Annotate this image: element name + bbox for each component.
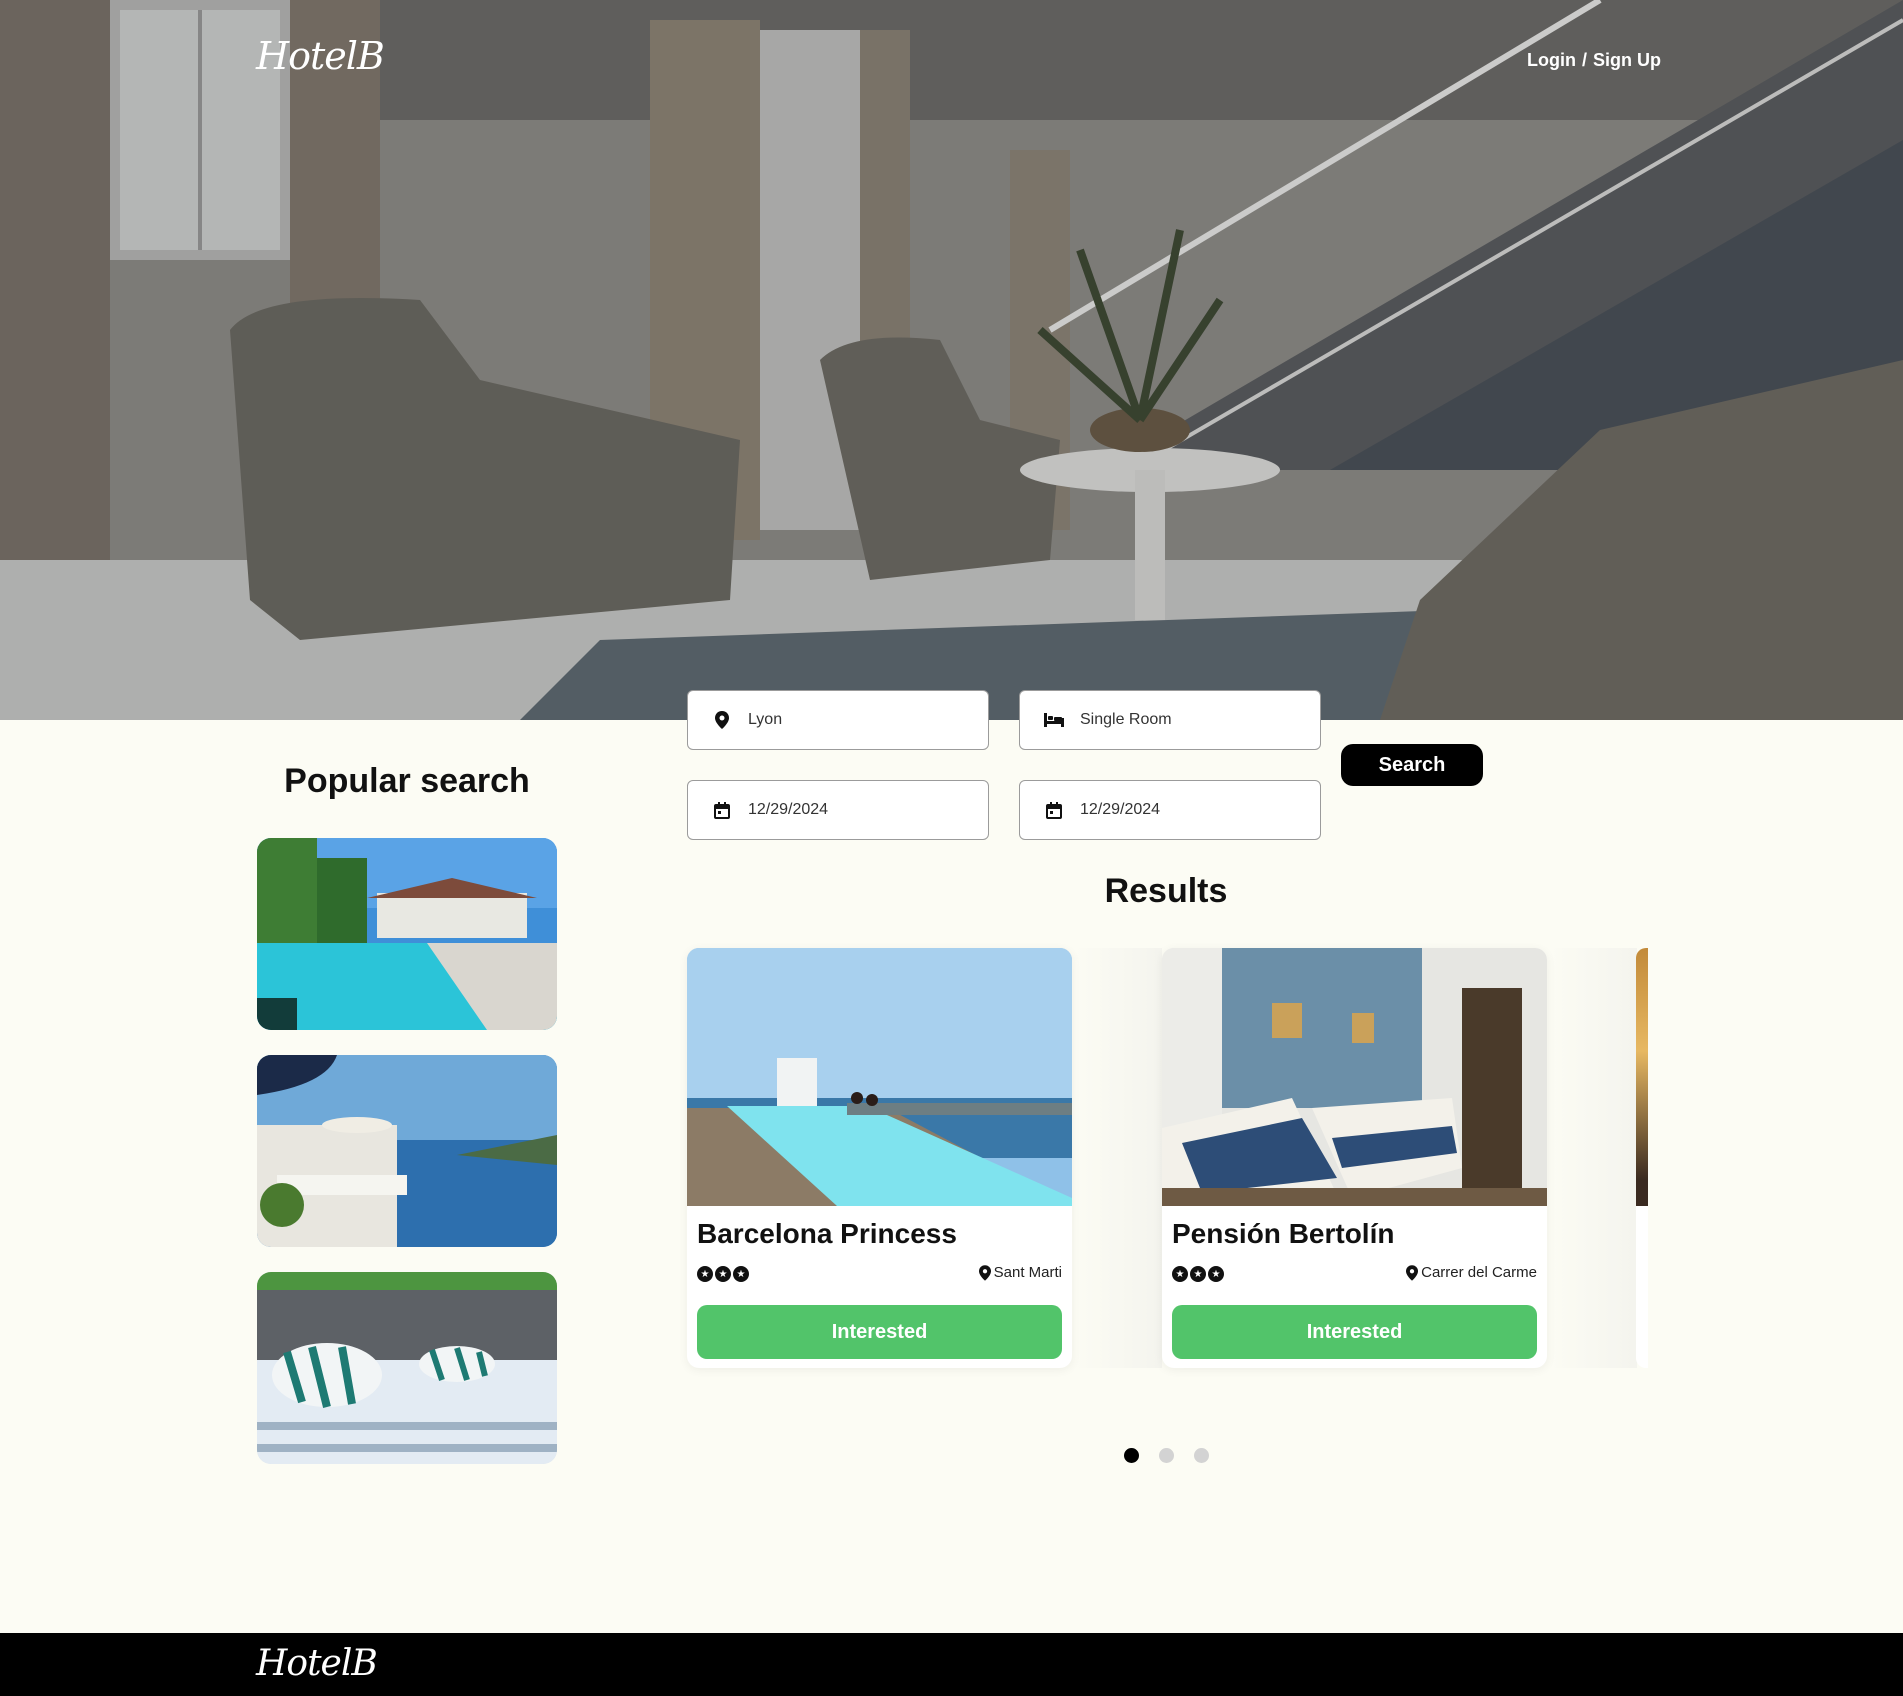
star-rating: ★ ★ ★	[697, 1266, 749, 1282]
hotel-image	[687, 948, 1072, 1206]
carousel-gap	[1547, 948, 1637, 1368]
hotel-location: Sant Marti	[978, 1264, 1062, 1281]
calendar-icon	[1044, 800, 1064, 820]
star-icon: ★	[1208, 1266, 1224, 1282]
result-card: Barcelona Princess ★ ★ ★ Sant Marti Inte…	[687, 948, 1072, 1368]
location-pin-icon	[712, 710, 732, 730]
location-pin-icon	[978, 1264, 991, 1281]
location-field[interactable]: Lyon	[687, 690, 989, 750]
carousel-dot[interactable]	[1159, 1448, 1174, 1463]
login-link[interactable]: Login	[1527, 50, 1576, 71]
carousel-gap	[1072, 948, 1162, 1368]
hero-image	[0, 0, 1903, 720]
logo[interactable]: HotelB	[256, 34, 385, 78]
hotel-name: Barcelona Princess	[697, 1218, 957, 1249]
check-in-field[interactable]: 12/29/2024	[687, 780, 989, 840]
interested-button[interactable]: Interested	[697, 1305, 1062, 1359]
hero-banner: HotelB Login / Sign Up	[0, 0, 1903, 720]
signup-link[interactable]: Sign Up	[1593, 50, 1661, 71]
location-value: Lyon	[748, 711, 783, 728]
calendar-icon	[712, 800, 732, 820]
star-icon: ★	[1190, 1266, 1206, 1282]
check-in-value: 12/29/2024	[748, 801, 829, 818]
auth-links: Login / Sign Up	[1527, 50, 1661, 71]
popular-item[interactable]	[257, 1055, 557, 1247]
result-card-peek[interactable]	[1636, 948, 1648, 1368]
poolside-towels-image	[257, 1272, 557, 1464]
bed-icon	[1044, 710, 1064, 730]
popular-item[interactable]	[257, 838, 557, 1030]
hotel-location: Carrer del Carme	[1406, 1264, 1537, 1281]
carousel-dot[interactable]	[1194, 1448, 1209, 1463]
carousel-dot[interactable]	[1124, 1448, 1139, 1463]
popular-item[interactable]	[257, 1272, 557, 1464]
room-type-field[interactable]: Single Room	[1019, 690, 1321, 750]
location-pin-icon	[1406, 1264, 1419, 1281]
star-icon: ★	[697, 1266, 713, 1282]
popular-search-title: Popular search	[284, 762, 530, 800]
carousel-pagination	[1124, 1448, 1209, 1463]
footer-logo[interactable]: HotelB	[256, 1643, 378, 1684]
interested-button[interactable]: Interested	[1172, 1305, 1537, 1359]
check-out-value: 12/29/2024	[1080, 801, 1161, 818]
footer: HotelB	[0, 1633, 1903, 1696]
hotel-image	[1162, 948, 1547, 1206]
star-rating: ★ ★ ★	[1172, 1266, 1224, 1282]
auth-separator: /	[1581, 50, 1587, 70]
seaside-terrace-image	[257, 1055, 557, 1247]
search-button[interactable]: Search	[1341, 744, 1483, 786]
location-text: Sant Marti	[993, 1264, 1062, 1281]
location-text: Carrer del Carme	[1421, 1264, 1537, 1281]
check-out-field[interactable]: 12/29/2024	[1019, 780, 1321, 840]
star-icon: ★	[715, 1266, 731, 1282]
results-title: Results	[1104, 872, 1228, 910]
pool-villa-image	[257, 838, 557, 1030]
result-card: Pensión Bertolín ★ ★ ★ Carrer del Carme …	[1162, 948, 1547, 1368]
hotel-name: Pensión Bertolín	[1172, 1218, 1395, 1249]
star-icon: ★	[1172, 1266, 1188, 1282]
room-type-value: Single Room	[1080, 711, 1172, 728]
star-icon: ★	[733, 1266, 749, 1282]
